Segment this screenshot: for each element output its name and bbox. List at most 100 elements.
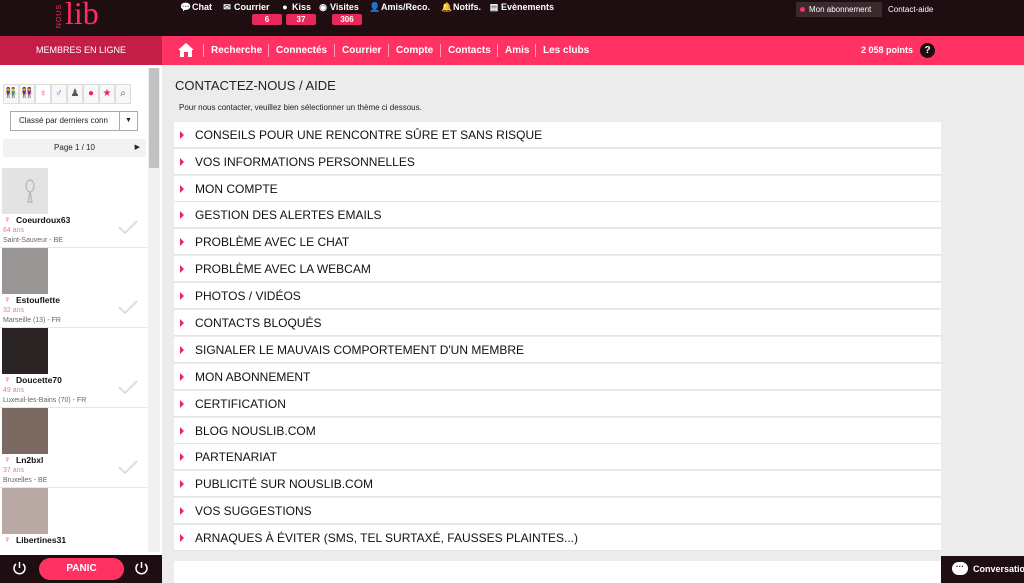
chevron-down-icon[interactable]: ▼	[119, 112, 137, 130]
member-name[interactable]: Coeurdoux63	[16, 215, 70, 225]
topic-row[interactable]: PUBLICITÉ SUR NOUSLIB.COM	[174, 471, 941, 497]
topic-label: VOS INFORMATIONS PERSONNELLES	[195, 155, 415, 169]
topic-row[interactable]: GESTION DES ALERTES EMAILS	[174, 202, 941, 228]
nav-amis[interactable]: Amis	[505, 36, 529, 65]
courrier-badge[interactable]: 6	[252, 14, 282, 25]
sort-select[interactable]: Classé par derniers conn ▼	[10, 111, 138, 131]
couple-filter-icon[interactable]: 👫	[3, 84, 19, 104]
topnav-visites[interactable]: ◉ Visites	[318, 2, 359, 13]
points-count[interactable]: 2 058 points	[861, 36, 913, 65]
caret-right-icon	[180, 453, 184, 461]
profile-filter-icon[interactable]: ●	[83, 84, 99, 104]
topic-row[interactable]: MON ABONNEMENT	[174, 364, 941, 390]
topic-label: PROBLÈME AVEC LE CHAT	[195, 235, 350, 249]
topic-label: CONTACTS BLOQUÉS	[195, 316, 322, 330]
member-card[interactable]: ♀ Coeurdoux63 64 ans Saint-Sauveur - BE	[0, 168, 147, 248]
pager-label: Page 1 / 10	[54, 143, 95, 152]
member-card[interactable]: ♀ Libertines31	[0, 488, 147, 555]
female-icon: ♀	[4, 534, 11, 544]
calendar-icon: ▤	[489, 2, 499, 12]
topic-label: BLOG NOUSLIB.COM	[195, 424, 316, 438]
topnav-courrier[interactable]: ✉ Courrier	[222, 2, 269, 13]
caret-right-icon	[180, 346, 184, 354]
avatar[interactable]	[2, 328, 48, 374]
topic-row[interactable]: MON COMPTE	[174, 176, 941, 202]
topic-row[interactable]: PROBLÈME AVEC LA WEBCAM	[174, 256, 941, 282]
topic-label: VOS SUGGESTIONS	[195, 504, 312, 518]
topnav-kiss[interactable]: ● Kiss	[280, 2, 311, 12]
contact-aide-link[interactable]: Contact-aide	[888, 2, 933, 17]
next-page-icon[interactable]: ▶	[135, 139, 140, 157]
member-name[interactable]: Ln2bxl	[16, 455, 43, 465]
nav-compte[interactable]: Compte	[396, 36, 433, 65]
main-nav: Recherche Connectés Courrier Compte Cont…	[162, 36, 1024, 65]
site-logo[interactable]: NOUS lib	[56, 0, 106, 34]
member-card[interactable]: ♀ Ln2bxl 37 ans Bruxelles - BE	[0, 408, 147, 488]
help-icon[interactable]: ?	[920, 43, 935, 58]
topnav-chat[interactable]: 💬Chat	[180, 2, 212, 13]
nav-les-clubs[interactable]: Les clubs	[543, 36, 589, 65]
topic-label: MON COMPTE	[195, 182, 278, 196]
nav-contacts[interactable]: Contacts	[448, 36, 491, 65]
chat-icon: 💬	[180, 2, 192, 12]
topic-row[interactable]: ARNAQUES À ÉVITER (SMS, TEL SURTAXÉ, FAU…	[174, 525, 941, 551]
member-location: Luxeuil-les-Bains (70) - FR	[3, 397, 87, 404]
nav-courrier[interactable]: Courrier	[342, 36, 381, 65]
topnav-kiss-label: Kiss	[292, 2, 312, 12]
nav-divider	[388, 44, 389, 57]
caret-right-icon	[180, 131, 184, 139]
avatar-placeholder[interactable]	[2, 168, 48, 214]
topic-row[interactable]: VOS INFORMATIONS PERSONNELLES	[174, 149, 941, 175]
nav-divider	[268, 44, 269, 57]
member-name[interactable]: Estouflette	[16, 295, 60, 305]
topnav-notifs[interactable]: 🔔Notifs.	[441, 2, 481, 13]
topic-row[interactable]: BLOG NOUSLIB.COM	[174, 418, 941, 444]
man-filter-icon[interactable]: ♂	[51, 84, 67, 104]
topic-label: CONSEILS POUR UNE RENCONTRE SÛRE ET SANS…	[195, 128, 543, 142]
avatar[interactable]	[2, 408, 48, 454]
mon-abonnement-label: Mon abonnement	[809, 5, 872, 14]
member-name[interactable]: Doucette70	[16, 375, 62, 385]
avatar[interactable]	[2, 248, 48, 294]
home-icon[interactable]	[178, 43, 194, 57]
sidebar-scrollbar[interactable]	[148, 68, 160, 552]
scrollbar-thumb[interactable]	[149, 68, 159, 168]
kiss-badge[interactable]: 37	[286, 14, 316, 25]
topic-row[interactable]: PARTENARIAT	[174, 444, 941, 470]
female-icon: ♀	[4, 374, 11, 384]
member-name[interactable]: Libertines31	[16, 535, 66, 545]
sidebar-title[interactable]: MEMBRES EN LIGNE	[0, 36, 162, 71]
topnav-evenements[interactable]: ▤ Evènements	[489, 2, 554, 13]
refresh-icon[interactable]	[12, 561, 27, 576]
female-icon: ♀	[4, 294, 11, 304]
search-filter-icon[interactable]: ⌕	[115, 84, 131, 104]
visites-badge[interactable]: 306	[332, 14, 362, 25]
check-icon	[118, 380, 138, 394]
avatar[interactable]	[2, 488, 48, 534]
member-location: Saint-Sauveur - BE	[3, 237, 63, 244]
member-card[interactable]: ♀ Doucette70 49 ans Luxeuil-les-Bains (7…	[0, 328, 147, 408]
topnav-chat-label: Chat	[192, 2, 212, 12]
nav-connectes[interactable]: Connectés	[276, 36, 327, 65]
topic-row[interactable]: CONTACTS BLOQUÉS	[174, 310, 941, 336]
caret-right-icon	[180, 158, 184, 166]
nav-recherche[interactable]: Recherche	[211, 36, 262, 65]
panic-button[interactable]: PANIC	[39, 558, 124, 580]
check-icon	[118, 300, 138, 314]
topic-label: PARTENARIAT	[195, 450, 278, 464]
star-filter-icon[interactable]: ★	[99, 84, 115, 104]
couple-women-filter-icon[interactable]: 👭	[19, 84, 35, 104]
power-icon[interactable]	[134, 561, 149, 576]
topic-row[interactable]: SIGNALER LE MAUVAIS COMPORTEMENT D'UN ME…	[174, 337, 941, 363]
topic-row[interactable]: CERTIFICATION	[174, 391, 941, 417]
topic-row[interactable]: VOS SUGGESTIONS	[174, 498, 941, 524]
woman-filter-icon[interactable]: ♀	[35, 84, 51, 104]
person-filter-icon[interactable]: ♟	[67, 84, 83, 104]
topic-row[interactable]: PHOTOS / VIDÉOS	[174, 283, 941, 309]
mon-abonnement-button[interactable]: Mon abonnement	[796, 2, 882, 17]
topic-row[interactable]: CONSEILS POUR UNE RENCONTRE SÛRE ET SANS…	[174, 122, 941, 148]
member-card[interactable]: ♀ Estouflette 32 ans Marseille (13) - FR	[0, 248, 147, 328]
conversation-button[interactable]: ··· Conversation	[941, 556, 1024, 583]
topnav-amis-reco[interactable]: 👤Amis/Reco.	[369, 2, 430, 13]
topic-row[interactable]: PROBLÈME AVEC LE CHAT	[174, 229, 941, 255]
